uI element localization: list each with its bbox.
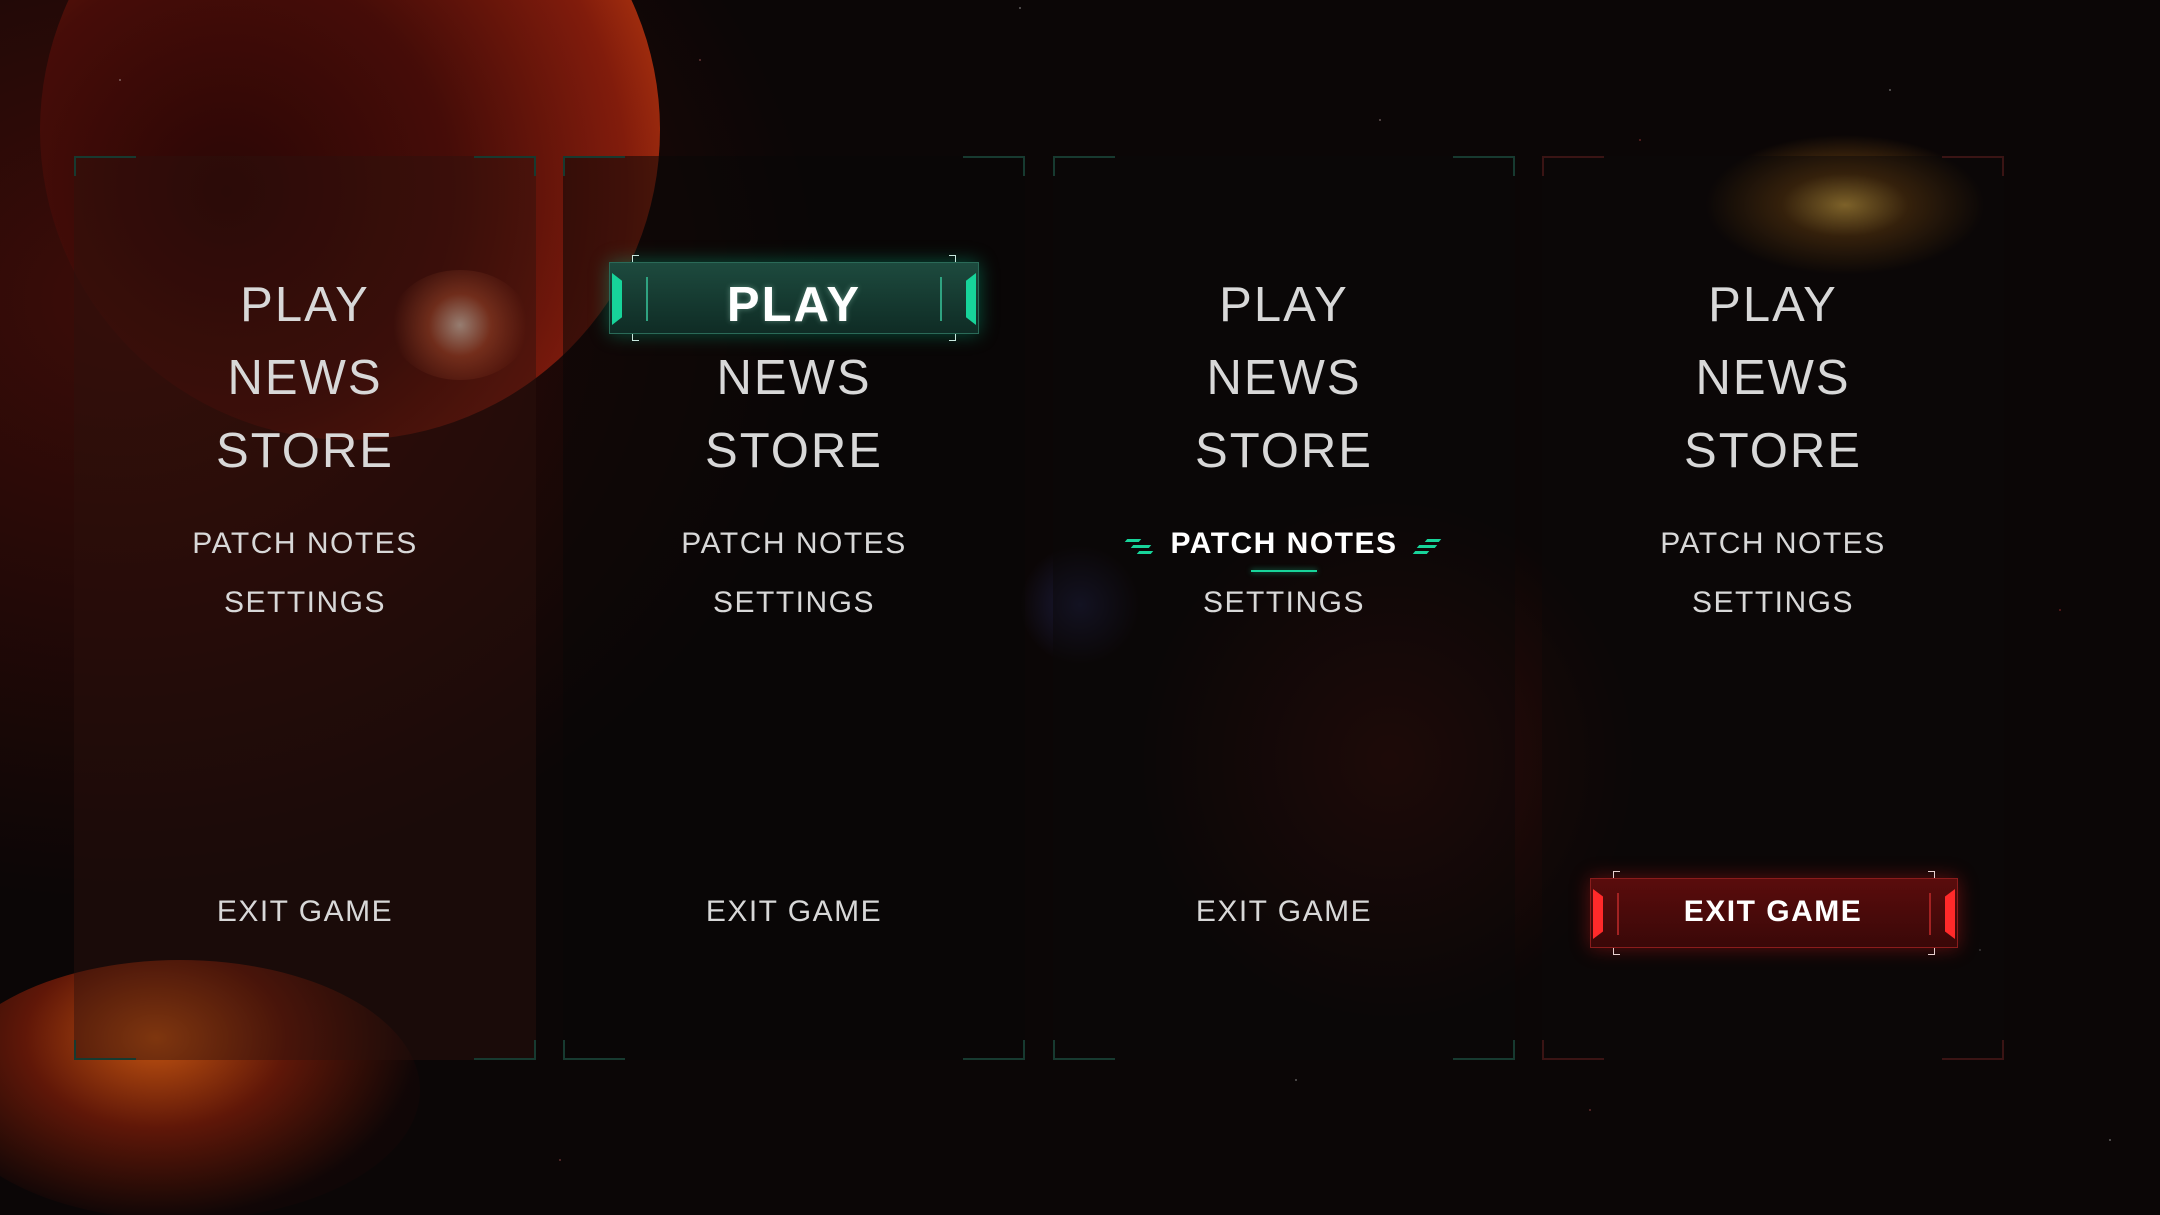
play-button[interactable]: PLAY [74, 270, 536, 340]
chevrons-left-icon [1125, 536, 1156, 555]
corner-tick [949, 255, 956, 262]
patch-notes-button[interactable]: PATCH NOTES [563, 522, 1025, 566]
exit-game-button[interactable]: EXIT GAME [563, 890, 1025, 934]
space-background: PLAY NEWS STORE PATCH NOTES SETTINGS EXI… [0, 0, 2160, 1215]
menu-panel-play-hover: PLAY NEWS STORE PATCH NOTES SETTINGS EXI… [563, 156, 1025, 1060]
frame-corner [563, 1040, 625, 1060]
patch-notes-label: PATCH NOTES [1170, 527, 1398, 560]
corner-tick [1928, 948, 1935, 955]
store-button[interactable]: STORE [74, 416, 536, 486]
exit-game-button[interactable]: EXIT GAME [74, 890, 536, 934]
frame-corner [1542, 1040, 1604, 1060]
patch-notes-button[interactable]: PATCH NOTES [1542, 522, 2004, 566]
frame-corner [1942, 1040, 2004, 1060]
frame-corner [563, 156, 625, 176]
frame-corner [474, 156, 536, 176]
play-button[interactable]: PLAY [1542, 270, 2004, 340]
play-button[interactable]: PLAY [1053, 270, 1515, 340]
exit-game-button[interactable]: EXIT GAME [1542, 890, 2004, 934]
menu-panel-patch-hover: PLAY NEWS STORE PATCH NOTES SETTINGS EXI… [1053, 156, 1515, 1060]
frame-corner [1542, 156, 1604, 176]
frame-corner [1053, 1040, 1115, 1060]
frame-corner [963, 1040, 1025, 1060]
store-button[interactable]: STORE [563, 416, 1025, 486]
exit-game-button[interactable]: EXIT GAME [1053, 890, 1515, 934]
news-button[interactable]: NEWS [1053, 343, 1515, 413]
corner-tick [1613, 948, 1620, 955]
frame-corner [74, 1040, 136, 1060]
play-button[interactable]: PLAY [563, 270, 1025, 340]
frame-corner [1942, 156, 2004, 176]
patch-notes-button[interactable]: PATCH NOTES [74, 522, 536, 566]
store-button[interactable]: STORE [1542, 416, 2004, 486]
menu-panel-exit-hover: PLAY NEWS STORE PATCH NOTES SETTINGS EXI… [1542, 156, 2004, 1060]
settings-button[interactable]: SETTINGS [74, 581, 536, 625]
chevrons-right-icon [1412, 536, 1442, 555]
frame-corner [1453, 1040, 1515, 1060]
store-button[interactable]: STORE [1053, 416, 1515, 486]
frame-corner [74, 156, 136, 176]
settings-button[interactable]: SETTINGS [563, 581, 1025, 625]
news-button[interactable]: NEWS [74, 343, 536, 413]
patch-notes-underline [1251, 570, 1317, 572]
menu-panel-default: PLAY NEWS STORE PATCH NOTES SETTINGS EXI… [74, 156, 536, 1060]
news-button[interactable]: NEWS [563, 343, 1025, 413]
news-button[interactable]: NEWS [1542, 343, 2004, 413]
frame-corner [963, 156, 1025, 176]
frame-corner [1053, 156, 1115, 176]
corner-tick [632, 255, 639, 262]
corner-tick [1928, 871, 1935, 878]
settings-button[interactable]: SETTINGS [1542, 581, 2004, 625]
settings-button[interactable]: SETTINGS [1053, 581, 1515, 625]
patch-notes-button-highlight[interactable]: PATCH NOTES [1053, 522, 1515, 566]
frame-corner [474, 1040, 536, 1060]
corner-tick [1613, 871, 1620, 878]
frame-corner [1453, 156, 1515, 176]
